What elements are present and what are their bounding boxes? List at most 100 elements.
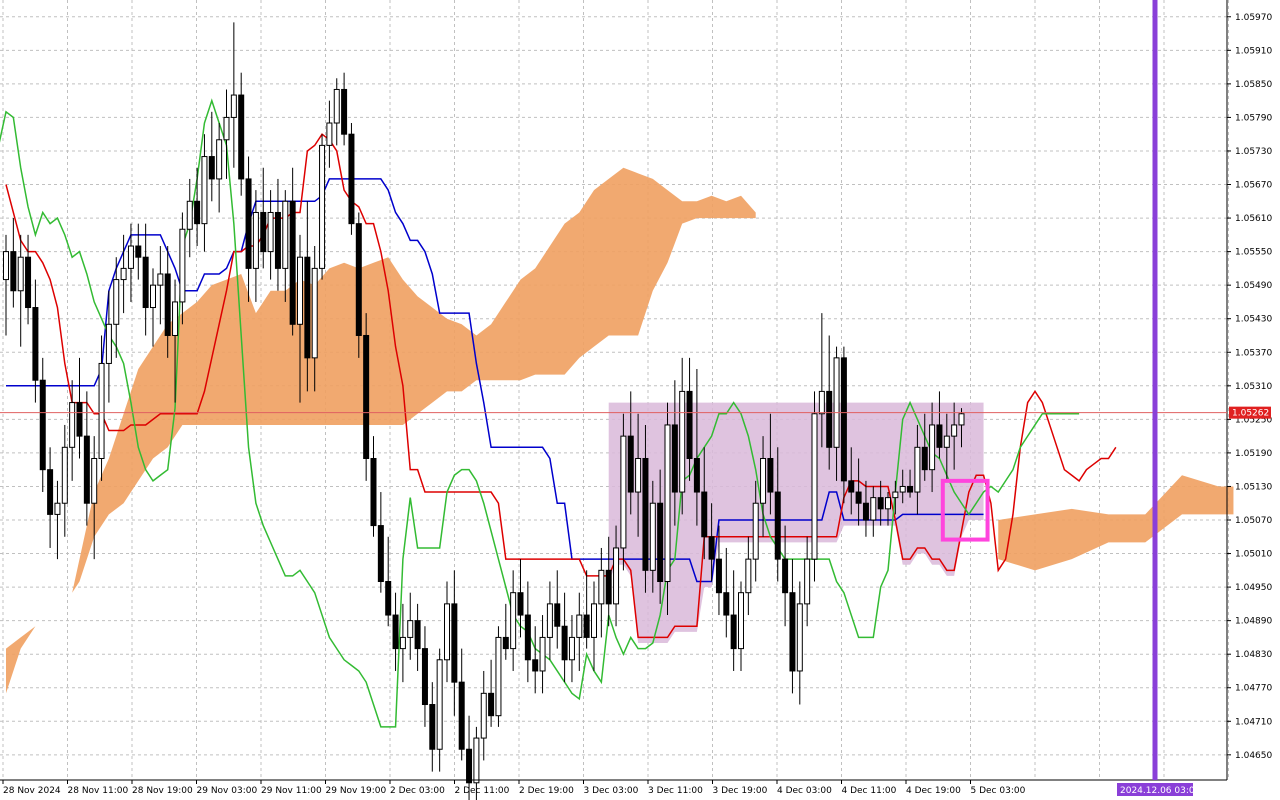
candle-body-bull bbox=[679, 390, 686, 493]
candle-body-bull bbox=[745, 558, 752, 594]
candle-body-bull bbox=[223, 116, 230, 141]
candle-body-bear bbox=[260, 211, 267, 253]
candle-body-bull bbox=[613, 547, 620, 605]
price-tick-label: 1.05790 bbox=[1235, 113, 1272, 123]
candle-body-bear bbox=[554, 603, 561, 627]
candle-body-bear bbox=[671, 424, 678, 493]
candle-body-bear bbox=[517, 592, 524, 616]
candle-body-bear bbox=[693, 457, 700, 493]
price-tick-label: 1.05010 bbox=[1235, 550, 1272, 560]
candle-body-bull bbox=[818, 390, 825, 415]
price-tick-label: 1.04830 bbox=[1235, 650, 1272, 660]
time-tick-label: 28 Nov 11:00 bbox=[68, 786, 129, 796]
candle-body-bull bbox=[914, 446, 921, 493]
candle-body-bear bbox=[304, 256, 311, 359]
candle-body-bull bbox=[444, 603, 450, 661]
candle-body-bear bbox=[862, 502, 869, 521]
price-tick-label: 1.05670 bbox=[1235, 181, 1272, 191]
candle-body-bull bbox=[326, 122, 333, 146]
candle-body-bull bbox=[150, 284, 156, 309]
candle-body-bull bbox=[539, 636, 546, 672]
price-tick-label: 1.04650 bbox=[1235, 751, 1272, 761]
candle-body-bear bbox=[348, 133, 355, 225]
candle-body-bull bbox=[172, 301, 179, 336]
price-tick-label: 1.05190 bbox=[1235, 449, 1272, 459]
candle-body-bull bbox=[510, 592, 517, 650]
candle-body-bull bbox=[546, 603, 553, 638]
candle-body-bull bbox=[230, 94, 237, 118]
price-tick-label: 1.05970 bbox=[1235, 13, 1272, 23]
chart-root: 1.05970 1.05910 1.05850 1.05790 1.05730 1.056… bbox=[0, 0, 1280, 800]
candle-body-bear bbox=[877, 497, 884, 510]
price-tick-label: 1.04950 bbox=[1235, 583, 1272, 593]
candle-body-bear bbox=[826, 390, 833, 448]
candle-body-bull bbox=[752, 502, 759, 560]
candle-body-bull bbox=[113, 279, 120, 325]
candle-body-bear bbox=[392, 614, 399, 650]
candle-body-bull bbox=[664, 424, 671, 583]
candle-body-bear bbox=[767, 457, 774, 493]
candle-body-bull bbox=[929, 424, 936, 471]
candle-body-bull bbox=[333, 88, 340, 124]
candle-body-bear bbox=[238, 94, 245, 180]
price-tick-label: 1.05490 bbox=[1235, 281, 1272, 291]
candle-body-bear bbox=[83, 435, 90, 504]
candle-body-bear bbox=[363, 334, 370, 459]
time-tick-label: 2 Dec 19:00 bbox=[519, 786, 574, 796]
candlestick-chart[interactable]: 1.05970 1.05910 1.05850 1.05790 1.05730 1.056… bbox=[0, 0, 1280, 800]
time-tick-label: 2 Dec 11:00 bbox=[455, 786, 510, 796]
candle-body-bull bbox=[760, 457, 767, 504]
candle-body-bear bbox=[135, 245, 142, 258]
candle-body-bull bbox=[591, 603, 597, 638]
candle-body-bull bbox=[635, 457, 642, 493]
time-tick-label: 29 Nov 03:00 bbox=[197, 786, 258, 796]
candle-body-bear bbox=[715, 558, 722, 594]
candle-body-bear bbox=[194, 200, 201, 225]
candle-body-bear bbox=[414, 620, 421, 650]
price-tick-label: 1.05610 bbox=[1235, 214, 1272, 224]
candle-body-bull bbox=[568, 636, 575, 661]
price-tick-label: 1.05310 bbox=[1235, 382, 1272, 392]
candle-body-bear bbox=[642, 457, 649, 571]
candle-body-bull bbox=[311, 267, 318, 359]
candle-body-bull bbox=[804, 558, 811, 605]
candle-body-bear bbox=[532, 659, 539, 672]
candle-body-bear bbox=[429, 704, 436, 750]
vertical-marker-label: 2024.12.06 03:00 bbox=[1120, 786, 1201, 796]
candle-body-bear bbox=[488, 692, 495, 717]
candle-body-bear bbox=[377, 525, 384, 583]
candle-body-bull bbox=[201, 156, 208, 225]
candle-body-bull bbox=[282, 200, 289, 269]
candle-body-bear bbox=[502, 636, 509, 650]
candle-body-bear bbox=[466, 748, 473, 784]
time-tick-label: 2 Dec 03:00 bbox=[390, 786, 445, 796]
candle-body-bull bbox=[319, 144, 326, 269]
candle-body-bull bbox=[3, 251, 9, 281]
time-tick-label: 28 Nov 19:00 bbox=[132, 786, 193, 796]
candle-body-bull bbox=[495, 636, 502, 717]
candle-body-bull bbox=[899, 485, 906, 493]
candle-body-bull bbox=[620, 435, 627, 549]
candle-body-bear bbox=[451, 603, 458, 683]
time-tick-label: 29 Nov 11:00 bbox=[261, 786, 322, 796]
candle-body-bull bbox=[127, 245, 134, 269]
candle-body-bull bbox=[436, 659, 443, 750]
time-tick-label: 4 Dec 11:00 bbox=[842, 786, 897, 796]
candle-body-bear bbox=[208, 156, 215, 180]
candle-body-bear bbox=[142, 256, 149, 309]
candle-body-bear bbox=[39, 379, 46, 471]
candle-body-bull bbox=[892, 491, 899, 499]
candle-body-bull bbox=[216, 139, 223, 180]
time-tick-label: 3 Dec 19:00 bbox=[713, 786, 768, 796]
candle-body-bull bbox=[943, 435, 950, 448]
candle-body-bear bbox=[245, 178, 252, 269]
candle-body-bull bbox=[885, 497, 891, 510]
candle-body-bull bbox=[738, 592, 744, 650]
candle-body-bull bbox=[649, 502, 656, 571]
candle-body-bull bbox=[54, 502, 61, 515]
candle-body-bull bbox=[598, 569, 605, 605]
price-tick-label: 1.05370 bbox=[1235, 348, 1272, 358]
candle-body-bear bbox=[848, 480, 855, 493]
candle-body-bear bbox=[47, 469, 54, 515]
candle-body-bull bbox=[951, 424, 958, 437]
